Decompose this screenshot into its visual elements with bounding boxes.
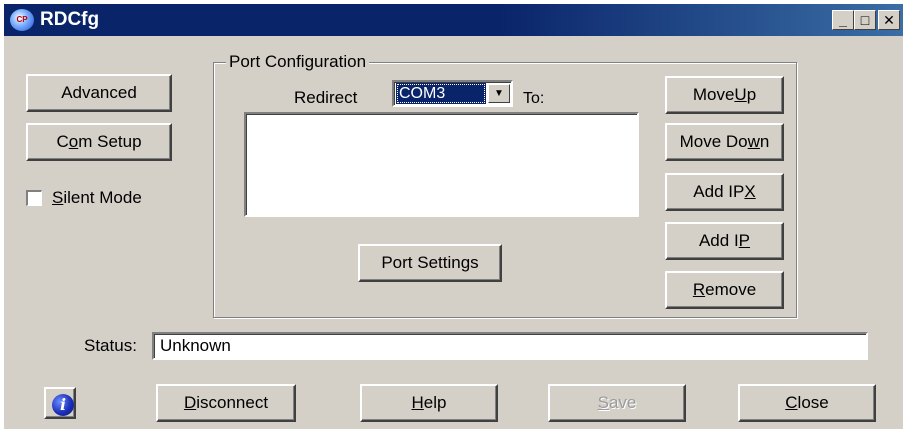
move-down-button[interactable]: Move Do w n (665, 123, 784, 161)
status-label: Status: (84, 336, 137, 355)
add-ipx-label-accel: X (744, 182, 756, 201)
close-window-button[interactable]: ✕ (878, 10, 900, 30)
save-label-post: ave (608, 393, 637, 412)
disconnect-label-post: isconnect (196, 393, 269, 412)
com-setup-label-accel: o (68, 132, 79, 151)
rdcfg-window: CP RDCfg _ □ ✕ Advanced Com Setup Silent… (4, 4, 903, 429)
port-configuration-title: Port Configuration (226, 52, 370, 72)
window-title: RDCfg (40, 9, 100, 30)
redirect-target-list[interactable] (244, 112, 639, 217)
advanced-button-label: Advanced (61, 83, 137, 102)
title-bar[interactable]: CP RDCfg _ □ ✕ (4, 4, 903, 36)
app-icon: CP (10, 9, 34, 31)
minimize-button[interactable]: _ (832, 10, 854, 30)
silent-mode-text: ilent Mode (63, 188, 142, 207)
com-setup-label-pre: C (56, 132, 69, 151)
save-button[interactable]: Save (548, 384, 686, 422)
close-label-post: lose (797, 393, 829, 412)
maximize-button[interactable]: □ (854, 10, 876, 30)
add-ip-label-pre: Add I (698, 231, 739, 250)
com-setup-label-post: m Setup (78, 132, 142, 151)
advanced-button[interactable]: Advanced (26, 74, 172, 112)
info-button[interactable]: i (44, 387, 76, 419)
move-up-button[interactable]: Move Up (665, 76, 784, 114)
redirect-label: Redirect (294, 88, 358, 107)
port-settings-button[interactable]: Port Settings (358, 244, 502, 282)
disconnect-label-accel: D (183, 393, 197, 412)
status-field: Unknown (152, 332, 868, 360)
add-ipx-button[interactable]: Add IP X (665, 173, 784, 211)
remove-label-post: emove (705, 280, 757, 299)
remove-label-accel: R (692, 280, 706, 299)
move-down-label-pre: Move Do (679, 132, 748, 151)
disconnect-button[interactable]: Disconnect (156, 384, 296, 422)
add-ipx-label-pre: Add IP (693, 182, 745, 201)
close-label-accel: C (785, 393, 798, 412)
help-label-accel: H (411, 393, 424, 412)
help-button[interactable]: Help (360, 384, 498, 422)
silent-mode-accel: S (52, 188, 64, 207)
silent-mode-checkbox[interactable] (26, 190, 42, 206)
help-label-post: elp (423, 393, 447, 412)
redirect-combobox-value[interactable]: COM3 (396, 83, 486, 104)
add-ip-button[interactable]: Add IP (665, 222, 784, 260)
port-settings-label: Port Settings (381, 253, 479, 272)
save-label-accel: S (597, 393, 609, 412)
move-down-label-accel: w (747, 132, 760, 151)
chevron-down-icon[interactable]: ▼ (488, 84, 510, 103)
move-up-label-accel: U (734, 85, 747, 104)
close-button[interactable]: Close (738, 384, 876, 422)
remove-button[interactable]: Remove (665, 271, 784, 309)
move-up-label-pre: Move (692, 85, 735, 104)
move-up-label-post: p (746, 85, 757, 104)
move-down-label-post: n (759, 132, 770, 151)
silent-mode-label[interactable]: Silent Mode (52, 188, 142, 208)
add-ip-label-accel: P (738, 231, 751, 250)
to-label: To: (523, 90, 545, 107)
com-setup-button[interactable]: Com Setup (26, 123, 172, 161)
info-icon: i (52, 394, 74, 416)
